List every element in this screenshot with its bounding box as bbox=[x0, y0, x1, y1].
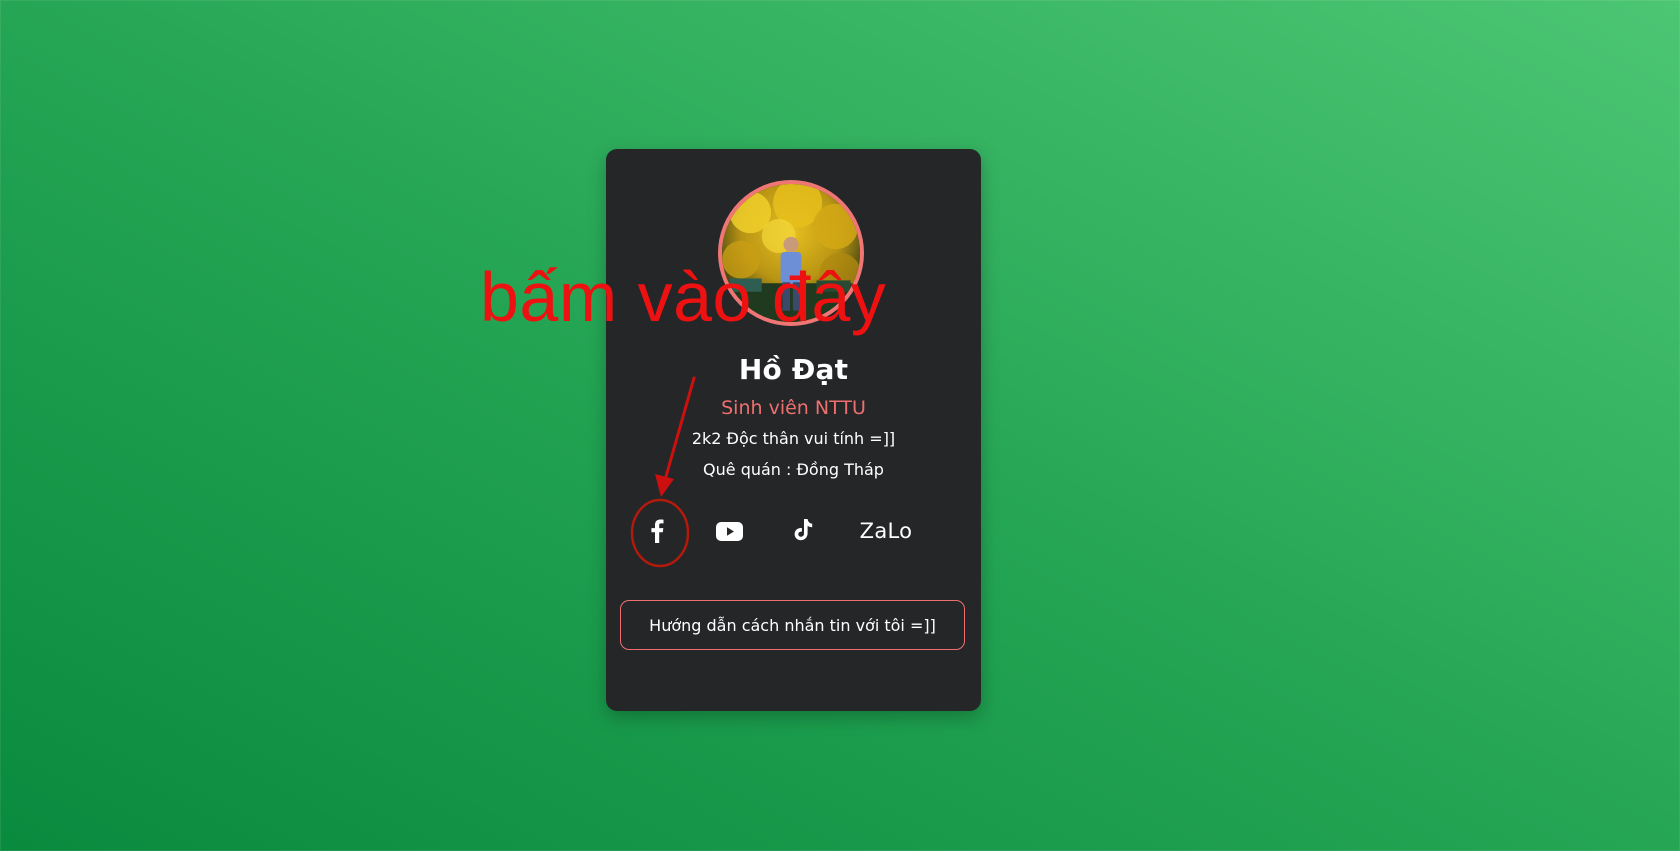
profile-role: Sinh viên NTTU bbox=[721, 397, 866, 419]
annotation-text: bấm vào đây bbox=[480, 258, 887, 336]
messaging-guide-button[interactable]: Hướng dẫn cách nhắn tin với tôi =]] bbox=[620, 600, 965, 650]
profile-card: Hồ Đạt Sinh viên NTTU 2k2 Độc thân vui t… bbox=[606, 149, 981, 711]
tiktok-icon bbox=[794, 519, 812, 541]
profile-hometown: Quê quán : Đồng Tháp bbox=[703, 460, 884, 479]
zalo-link[interactable]: ZaLo bbox=[858, 511, 914, 551]
tiktok-link[interactable] bbox=[790, 511, 816, 551]
profile-name: Hồ Đạt bbox=[738, 353, 849, 386]
facebook-icon bbox=[651, 519, 664, 543]
profile-bio: 2k2 Độc thân vui tính =]] bbox=[691, 429, 896, 448]
facebook-link[interactable] bbox=[642, 511, 672, 551]
youtube-link[interactable] bbox=[712, 511, 746, 551]
youtube-icon bbox=[715, 521, 743, 541]
